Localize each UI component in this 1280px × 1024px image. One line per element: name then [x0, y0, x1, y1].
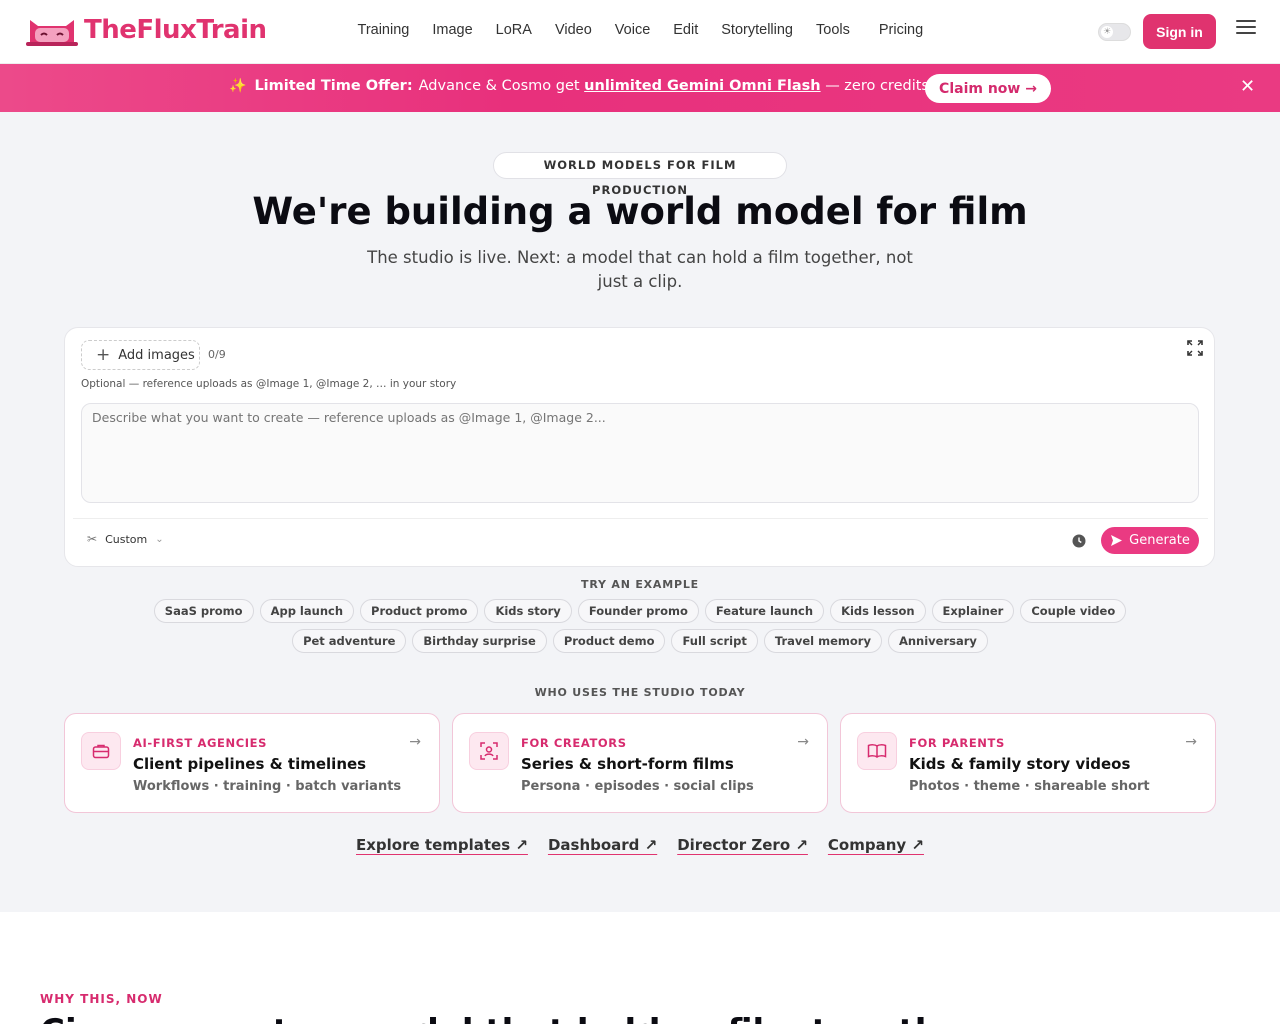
card-title: Kids & family story videos [909, 755, 1131, 773]
brand-logo[interactable]: TheFluxTrain [26, 14, 267, 46]
example-chip[interactable]: App launch [259, 599, 355, 623]
nav-video[interactable]: Video [543, 22, 603, 38]
nav-training[interactable]: Training [346, 22, 421, 38]
card-subtitle: Persona · episodes · social clips [521, 779, 754, 794]
clock-icon[interactable] [1072, 534, 1086, 548]
example-chip[interactable]: Product promo [360, 599, 479, 623]
hero-eyebrow: WORLD MODELS FOR FILM PRODUCTION [493, 152, 787, 197]
section-title: Cinema wants a model that holds a film t… [40, 1012, 979, 1024]
add-images-button[interactable]: + Add images [81, 340, 200, 370]
example-chip[interactable]: Explainer [931, 599, 1015, 623]
offer-text-before: Advance & Cosmo get [418, 78, 580, 94]
audience-card-agencies[interactable]: AI-FIRST AGENCIES Client pipelines & tim… [64, 713, 440, 813]
why-now-section: WHY THIS, NOW Cinema wants a model that … [0, 912, 1280, 1024]
briefcase-icon [81, 732, 121, 770]
prompt-input[interactable] [81, 403, 1199, 503]
examples-label: TRY AN EXAMPLE [581, 578, 699, 591]
example-chip[interactable]: SaaS promo [153, 599, 254, 623]
brand-name: TheFluxTrain [84, 15, 267, 45]
link-dashboard[interactable]: Dashboard ↗ [548, 836, 657, 854]
promo-banner: ✨ Limited Time Offer: Advance & Cosmo ge… [0, 64, 1280, 112]
example-chip[interactable]: Founder promo [577, 599, 699, 623]
composer-divider [73, 518, 1208, 519]
card-subtitle: Photos · theme · shareable short [909, 779, 1150, 794]
section-eyebrow: WHY THIS, NOW [40, 992, 163, 1006]
link-director-zero[interactable]: Director Zero ↗ [677, 836, 808, 854]
card-title: Series & short-form films [521, 755, 734, 773]
example-chip[interactable]: Feature launch [704, 599, 825, 623]
example-chip[interactable]: Travel memory [763, 629, 882, 653]
audience-label: WHO USES THE STUDIO TODAY [534, 686, 746, 699]
theme-toggle[interactable]: ☀ [1098, 23, 1131, 41]
style-dropdown[interactable]: ✂ Custom ⌄ [87, 532, 164, 546]
cat-logo-icon [26, 20, 78, 46]
sun-icon: ☀ [1101, 26, 1113, 38]
add-images-label: Add images [118, 347, 195, 363]
card-eyebrow: FOR CREATORS [521, 736, 627, 750]
offer-lead: Limited Time Offer: [254, 78, 413, 94]
hero-subtitle: The studio is live. Next: a model that c… [367, 248, 913, 291]
nav-pricing[interactable]: Pricing [867, 22, 934, 38]
offer-highlight: unlimited Gemini Omni Flash [584, 78, 821, 94]
image-count: 0/9 [208, 348, 226, 361]
card-subtitle: Workflows · training · batch variants [133, 779, 402, 794]
example-chip[interactable]: Anniversary [887, 629, 988, 653]
chevron-down-icon: ⌄ [155, 533, 164, 545]
main-nav: Training Image LoRA Video Voice Edit Sto… [346, 22, 935, 38]
sign-in-button[interactable]: Sign in [1143, 14, 1216, 49]
hamburger-menu-icon[interactable] [1236, 20, 1256, 36]
page-title: We're building a world model for film [252, 190, 1028, 233]
arrow-right-icon: → [409, 734, 421, 750]
card-title: Client pipelines & timelines [133, 755, 367, 773]
claim-now-button[interactable]: Claim now → [925, 74, 1051, 103]
card-eyebrow: AI-FIRST AGENCIES [133, 736, 267, 750]
style-label: Custom [105, 532, 148, 546]
example-chips-row-2: Pet adventure Birthday surprise Product … [0, 629, 1280, 653]
top-header: TheFluxTrain Training Image LoRA Video V… [0, 0, 1280, 64]
book-icon [857, 732, 897, 770]
story-composer: + Add images 0/9 Optional — reference up… [64, 327, 1215, 567]
nav-edit[interactable]: Edit [662, 22, 710, 38]
example-chip[interactable]: Pet adventure [292, 629, 407, 653]
example-chip[interactable]: Product demo [552, 629, 666, 653]
link-company[interactable]: Company ↗ [828, 836, 924, 854]
example-chip[interactable]: Birthday surprise [412, 629, 547, 653]
arrow-right-icon: → [797, 734, 809, 750]
link-explore-templates[interactable]: Explore templates ↗ [356, 836, 528, 854]
close-icon[interactable]: ✕ [1240, 76, 1255, 97]
audience-card-creators[interactable]: FOR CREATORS Series & short-form films P… [452, 713, 828, 813]
footer-links: Explore templates ↗ Dashboard ↗ Director… [0, 836, 1280, 854]
expand-icon[interactable] [1187, 340, 1203, 356]
send-icon [1111, 535, 1123, 546]
upload-hint: Optional — reference uploads as @Image 1… [81, 378, 457, 390]
generate-label: Generate [1129, 533, 1190, 548]
example-chip[interactable]: Kids story [484, 599, 572, 623]
nav-lora[interactable]: LoRA [484, 22, 543, 38]
audience-card-parents[interactable]: FOR PARENTS Kids & family story videos P… [840, 713, 1216, 813]
user-focus-icon [469, 732, 509, 770]
arrow-right-icon: → [1185, 734, 1197, 750]
sparkle-icon: ✨ [229, 78, 247, 94]
generate-button[interactable]: Generate [1101, 527, 1199, 554]
tools-icon: ✂ [87, 532, 98, 546]
card-eyebrow: FOR PARENTS [909, 736, 1005, 750]
offer-text-after: — zero credits! [825, 78, 935, 94]
example-chip[interactable]: Kids lesson [830, 599, 926, 623]
nav-storytelling[interactable]: Storytelling [710, 22, 805, 38]
nav-image[interactable]: Image [421, 22, 484, 38]
plus-icon: + [96, 344, 111, 365]
example-chips-row-1: SaaS promo App launch Product promo Kids… [0, 599, 1280, 623]
nav-voice[interactable]: Voice [603, 22, 661, 38]
example-chip[interactable]: Couple video [1020, 599, 1127, 623]
nav-tools[interactable]: Tools [805, 22, 862, 38]
example-chip[interactable]: Full script [671, 629, 758, 653]
